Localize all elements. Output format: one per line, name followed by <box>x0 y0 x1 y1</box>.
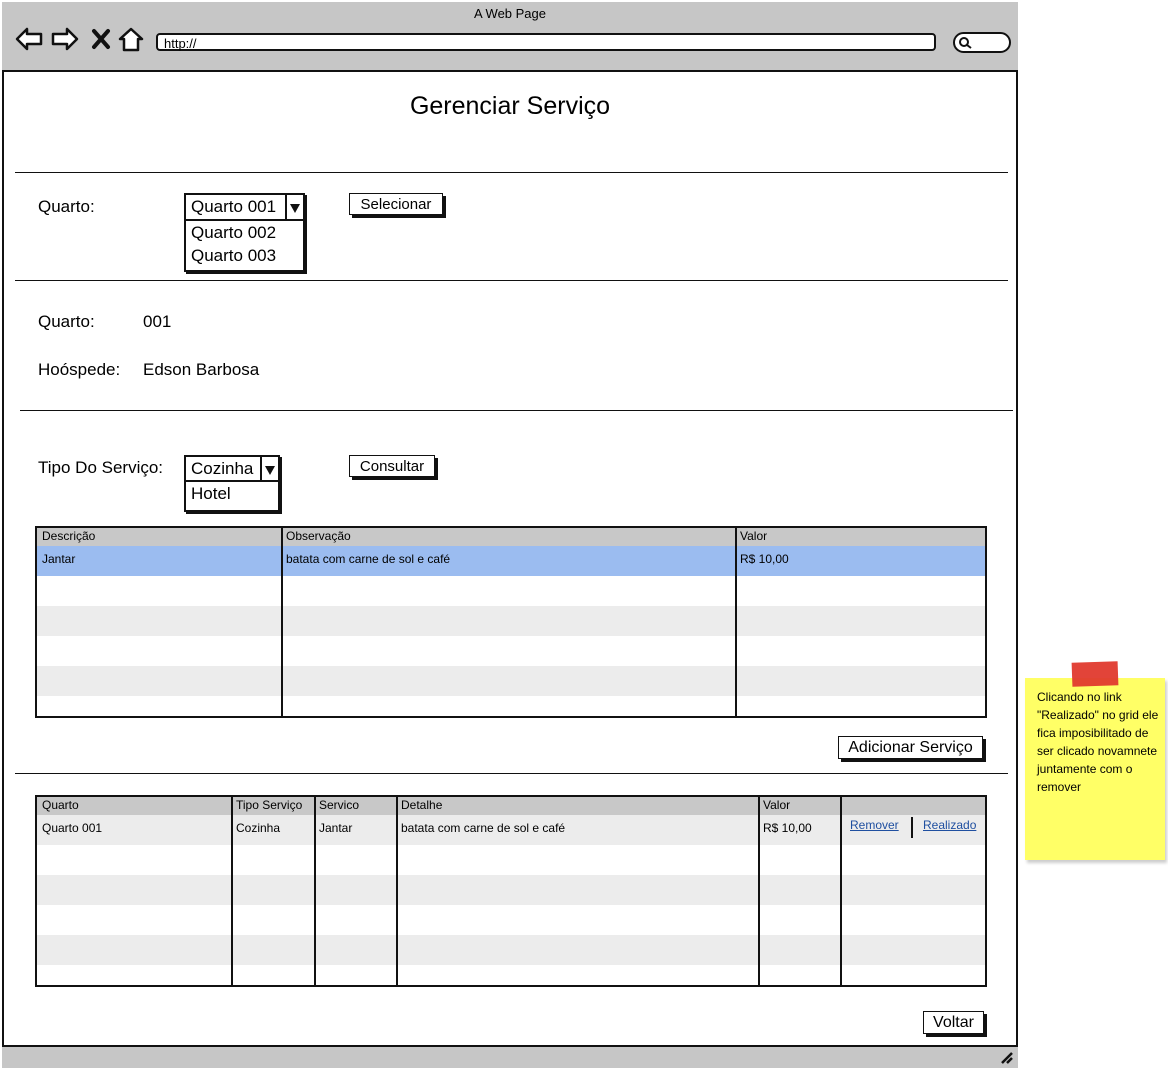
home-icon[interactable] <box>116 24 146 54</box>
room-option-003[interactable]: Quarto 003 <box>191 246 276 266</box>
close-icon[interactable] <box>88 24 118 54</box>
column-header-detalhe: Detalhe <box>401 798 443 812</box>
page-title: Gerenciar Serviço <box>409 92 611 120</box>
forward-arrow-icon[interactable] <box>50 24 80 54</box>
resize-grip-icon[interactable] <box>1000 1051 1014 1065</box>
column-divider <box>231 797 233 985</box>
column-header-servico: Servico <box>319 798 360 812</box>
column-divider <box>281 528 283 716</box>
table-row <box>37 606 985 636</box>
cell-tipo-servico: Cozinha <box>236 821 281 835</box>
cell-valor: R$ 10,00 <box>763 821 812 835</box>
browser-toolbar: A Web Page http:// <box>2 2 1018 72</box>
column-header-quarto: Quarto <box>42 798 79 812</box>
cell-quarto: Quarto 001 <box>42 821 103 835</box>
table-row <box>37 905 985 935</box>
select-room-button[interactable]: Selecionar <box>349 193 443 215</box>
back-arrow-icon[interactable] <box>14 24 44 54</box>
chevron-down-icon[interactable] <box>260 457 278 480</box>
cell-observacao: batata com carne de sol e café <box>286 552 451 566</box>
consult-button[interactable]: Consultar <box>349 455 435 477</box>
add-service-button[interactable]: Adicionar Serviço <box>838 736 983 759</box>
table-row <box>37 845 985 875</box>
service-grid-header <box>37 528 985 546</box>
column-divider <box>735 528 737 716</box>
tape-icon <box>1071 661 1119 687</box>
service-type-label: Tipo Do Serviço: <box>38 458 164 477</box>
column-header-descricao: Descrição <box>42 529 96 543</box>
room-option-002[interactable]: Quarto 002 <box>191 223 276 243</box>
table-row <box>37 576 985 606</box>
table-row <box>37 965 985 985</box>
room-info-value: 001 <box>143 312 172 331</box>
column-header-tipo-servico: Tipo Serviço <box>236 798 303 812</box>
room-select-label: Quarto: <box>38 197 95 216</box>
table-row <box>37 666 985 696</box>
link-separator <box>911 817 913 838</box>
column-divider <box>314 797 316 985</box>
column-divider <box>758 797 760 985</box>
column-header-observacao: Observação <box>286 529 351 543</box>
window-title: A Web Page <box>473 6 547 21</box>
sticky-note-text: Clicando no link "Realizado" no grid ele… <box>1037 690 1159 794</box>
divider <box>15 773 1008 774</box>
divider <box>20 410 1013 411</box>
table-row <box>37 935 985 965</box>
cell-detalhe: batata com carne de sol e café <box>401 821 566 835</box>
divider <box>15 280 1008 281</box>
column-divider <box>840 797 842 985</box>
room-select-value: Quarto 001 <box>191 197 277 216</box>
table-row[interactable] <box>37 546 985 576</box>
room-select-combobox[interactable]: Quarto 001 <box>184 193 305 221</box>
column-header-valor: Valor <box>763 798 791 812</box>
service-type-combobox[interactable]: Cozinha <box>184 455 280 482</box>
done-link[interactable]: Realizado <box>923 818 976 832</box>
guest-value: Edson Barbosa <box>143 360 260 379</box>
table-row <box>37 875 985 905</box>
service-type-option-hotel[interactable]: Hotel <box>191 484 231 504</box>
back-button[interactable]: Voltar <box>923 1011 984 1034</box>
browser-status-bar <box>2 1045 1018 1068</box>
room-select-dropdown: Quarto 002 Quarto 003 <box>184 221 305 272</box>
column-header-valor: Valor <box>740 529 768 543</box>
chevron-down-icon[interactable] <box>285 195 303 219</box>
service-type-value: Cozinha <box>191 459 254 478</box>
table-row <box>37 696 985 716</box>
order-grid: Quarto Tipo Serviço Servico Detalhe Valo… <box>35 795 987 987</box>
order-grid-header <box>37 797 985 815</box>
search-icon <box>959 37 972 49</box>
divider <box>15 172 1008 173</box>
sticky-note: Clicando no link "Realizado" no grid ele… <box>1025 678 1165 860</box>
browser-search-field[interactable] <box>953 32 1011 53</box>
cell-servico: Jantar <box>319 821 353 835</box>
column-divider <box>396 797 398 985</box>
remove-link[interactable]: Remover <box>850 818 899 832</box>
service-type-dropdown: Hotel <box>184 482 280 512</box>
url-field[interactable]: http:// <box>156 33 936 51</box>
table-row <box>37 636 985 666</box>
cell-descricao: Jantar <box>42 552 76 566</box>
guest-label: Hoóspede: <box>38 360 121 379</box>
cell-valor: R$ 10,00 <box>740 552 789 566</box>
service-grid: Descrição Observação Valor Jantar batata… <box>35 526 987 718</box>
room-info-label: Quarto: <box>38 312 95 331</box>
